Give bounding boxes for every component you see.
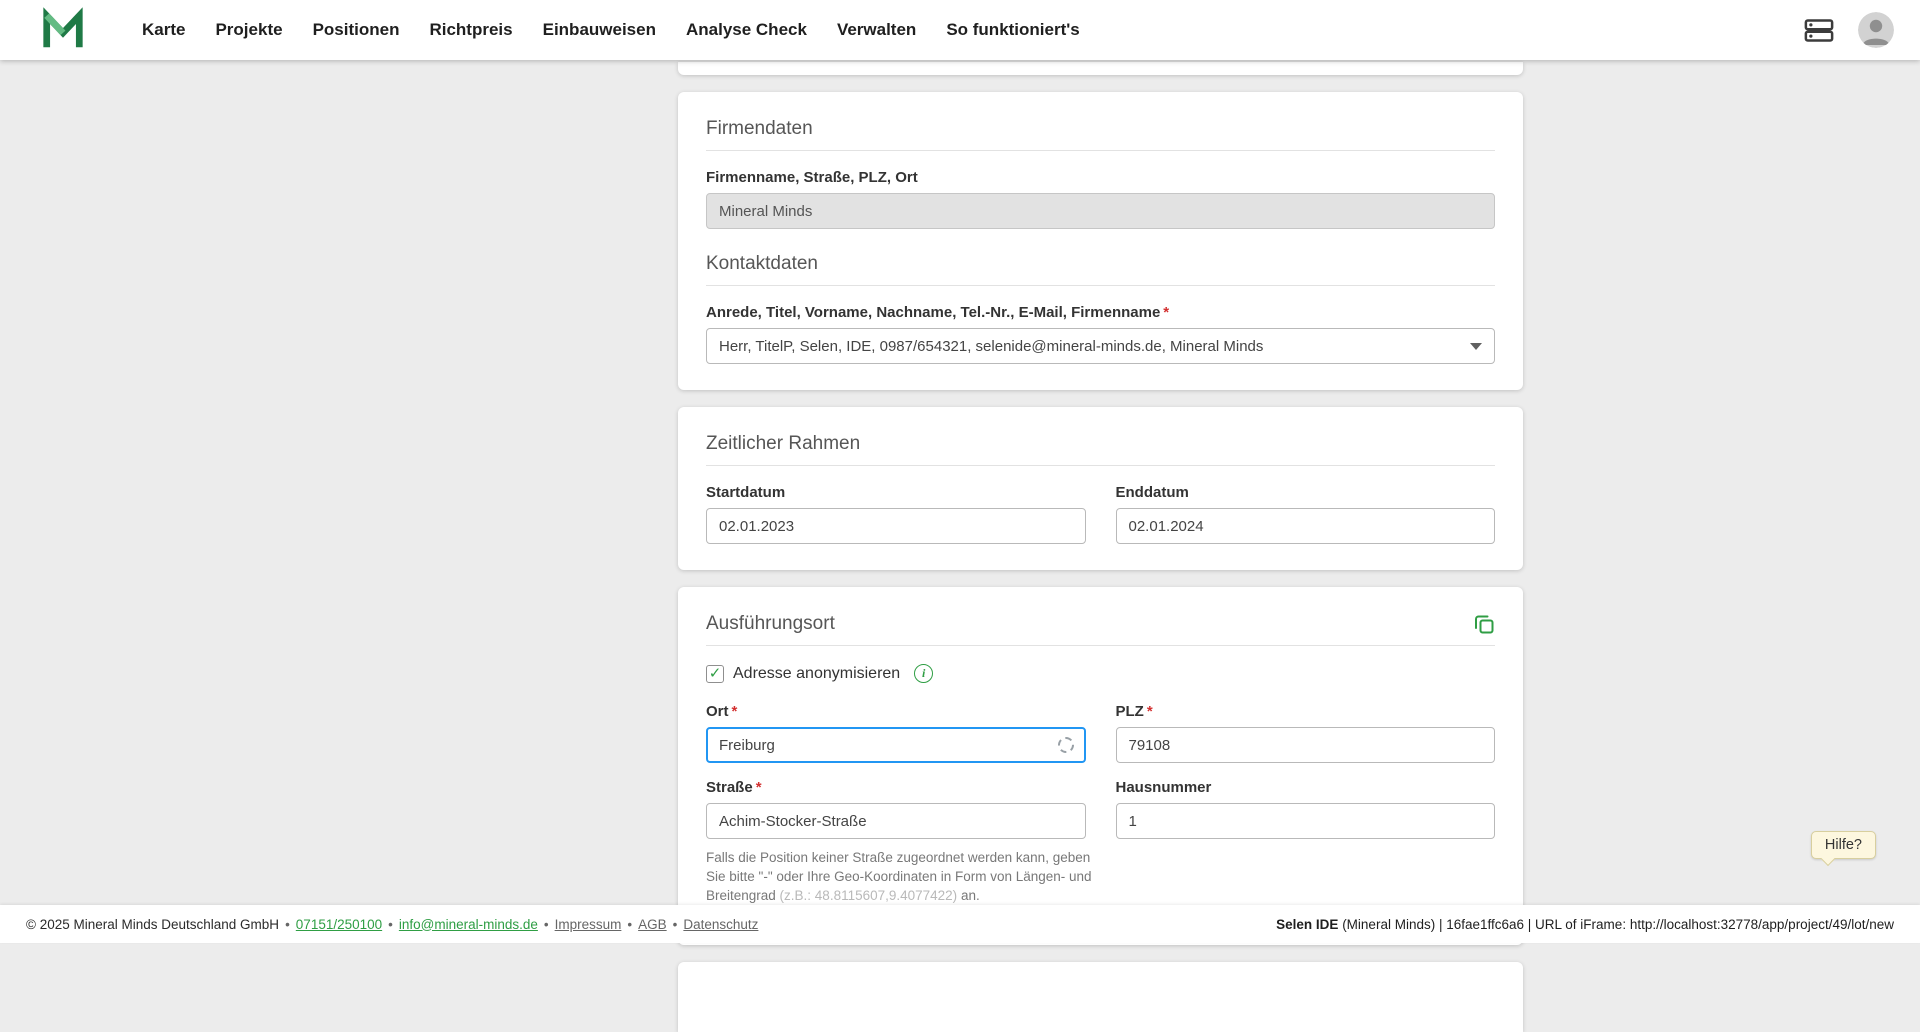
- divider: [706, 285, 1495, 286]
- strasse-hint: Falls die Position keiner Straße zugeord…: [706, 849, 1098, 906]
- nav-item-analyse-check[interactable]: Analyse Check: [686, 20, 807, 40]
- enddatum-label: Enddatum: [1116, 484, 1496, 501]
- enddatum-field: Enddatum: [1116, 484, 1496, 544]
- startdatum-label: Startdatum: [706, 484, 1086, 501]
- hint-coordinates: (z.B.: 48.8115607,9.4077422): [780, 888, 958, 903]
- hausnummer-label: Hausnummer: [1116, 779, 1496, 796]
- separator: •: [388, 917, 393, 932]
- top-navbar: Karte Projekte Positionen Richtpreis Ein…: [0, 0, 1920, 60]
- content-area: Firmendaten Firmenname, Straße, PLZ, Ort…: [678, 60, 1523, 1032]
- anonymize-label: Adresse anonymisieren: [733, 665, 900, 683]
- firmendaten-card: Firmendaten Firmenname, Straße, PLZ, Ort…: [678, 92, 1523, 390]
- firmenname-label: Firmenname, Straße, PLZ, Ort: [706, 169, 1495, 186]
- kontakt-select-value: Herr, TitelP, Selen, IDE, 0987/654321, s…: [719, 338, 1263, 355]
- firmendaten-title: Firmendaten: [706, 118, 1495, 140]
- nav-item-so-funktionierts[interactable]: So funktioniert's: [946, 20, 1079, 40]
- strasse-label-text: Straße: [706, 779, 753, 796]
- divider: [706, 465, 1495, 466]
- info-icon[interactable]: i: [914, 664, 933, 683]
- hausnummer-input[interactable]: [1116, 803, 1496, 839]
- firmenname-label-text: Firmenname, Straße, PLZ, Ort: [706, 169, 918, 186]
- nav-item-einbauweisen[interactable]: Einbauweisen: [543, 20, 656, 40]
- ort-label: Ort*: [706, 703, 1086, 720]
- copy-icon[interactable]: [1473, 613, 1495, 635]
- strasse-label: Straße*: [706, 779, 1086, 796]
- strasse-input[interactable]: [706, 803, 1086, 839]
- footer: © 2025 Mineral Minds Deutschland GmbH • …: [0, 905, 1920, 943]
- help-bubble-label: Hilfe?: [1825, 837, 1862, 853]
- kontakt-label: Anrede, Titel, Vorname, Nachname, Tel.-N…: [706, 304, 1495, 321]
- separator: •: [285, 917, 290, 932]
- zeitraum-card: Zeitlicher Rahmen Startdatum Enddatum: [678, 407, 1523, 570]
- firmenname-input: [706, 193, 1495, 229]
- nav-item-positionen[interactable]: Positionen: [313, 20, 400, 40]
- chevron-down-icon: [1470, 343, 1482, 350]
- kontakt-label-text: Anrede, Titel, Vorname, Nachname, Tel.-N…: [706, 304, 1160, 321]
- separator: •: [544, 917, 549, 932]
- nav-item-karte[interactable]: Karte: [142, 20, 185, 40]
- startdatum-field: Startdatum: [706, 484, 1086, 544]
- phone-link[interactable]: 07151/250100: [296, 917, 382, 932]
- nav-item-projekte[interactable]: Projekte: [215, 20, 282, 40]
- agb-link[interactable]: AGB: [638, 917, 667, 932]
- navbar-right: [1804, 12, 1894, 48]
- user-avatar[interactable]: [1858, 12, 1894, 48]
- plz-field: PLZ*: [1116, 703, 1496, 763]
- email-link[interactable]: info@mineral-minds.de: [399, 917, 538, 932]
- divider: [706, 645, 1495, 646]
- bubble-tail: [1821, 852, 1835, 866]
- required-marker: *: [1147, 703, 1153, 720]
- ort-label-text: Ort: [706, 703, 729, 720]
- kontakt-select[interactable]: Herr, TitelP, Selen, IDE, 0987/654321, s…: [706, 328, 1495, 364]
- plz-label: PLZ*: [1116, 703, 1496, 720]
- mineral-minds-logo[interactable]: [40, 7, 86, 53]
- person-icon: [1858, 12, 1894, 48]
- nav-item-richtpreis[interactable]: Richtpreis: [429, 20, 512, 40]
- plz-input[interactable]: [1116, 727, 1496, 763]
- footer-left: © 2025 Mineral Minds Deutschland GmbH • …: [26, 917, 758, 932]
- datenschutz-link[interactable]: Datenschutz: [683, 917, 758, 932]
- help-bubble[interactable]: Hilfe?: [1811, 831, 1876, 859]
- hausnummer-field: Hausnummer: [1116, 779, 1496, 839]
- required-marker: *: [756, 779, 762, 796]
- check-icon: ✓: [709, 666, 722, 681]
- strasse-field: Straße*: [706, 779, 1086, 839]
- impressum-link[interactable]: Impressum: [555, 917, 622, 932]
- loading-spinner-icon: [1058, 737, 1074, 753]
- anonymize-checkbox[interactable]: ✓: [706, 665, 724, 683]
- separator: •: [673, 917, 678, 932]
- server-icon[interactable]: [1804, 18, 1834, 43]
- ide-name: Selen IDE: [1276, 917, 1338, 932]
- ort-field: Ort*: [706, 703, 1086, 763]
- required-marker: *: [1163, 304, 1169, 321]
- hint-suffix: an.: [957, 888, 980, 903]
- kontaktdaten-title: Kontaktdaten: [706, 253, 1495, 275]
- card-partial-top: [678, 62, 1523, 75]
- separator: •: [627, 917, 632, 932]
- zeitraum-title: Zeitlicher Rahmen: [706, 433, 1495, 455]
- startdatum-input[interactable]: [706, 508, 1086, 544]
- ort-input[interactable]: [706, 727, 1086, 763]
- card-partial-bottom: [678, 962, 1523, 1032]
- logo-m-icon: [40, 7, 86, 53]
- plz-label-text: PLZ: [1116, 703, 1144, 720]
- ausfuehrungsort-card: Ausführungsort ✓ Adresse anonymisieren i…: [678, 587, 1523, 945]
- required-marker: *: [732, 703, 738, 720]
- copyright-text: © 2025 Mineral Minds Deutschland GmbH: [26, 917, 279, 932]
- divider: [706, 150, 1495, 151]
- nav-item-verwalten[interactable]: Verwalten: [837, 20, 916, 40]
- footer-right: Selen IDE (Mineral Minds) | 16fae1ffc6a6…: [1276, 917, 1894, 932]
- ide-details: (Mineral Minds) | 16fae1ffc6a6 | URL of …: [1338, 917, 1894, 932]
- enddatum-input[interactable]: [1116, 508, 1496, 544]
- ausfuehrungsort-title: Ausführungsort: [706, 613, 835, 635]
- anonymize-row: ✓ Adresse anonymisieren i: [706, 664, 1495, 683]
- main-navigation: Karte Projekte Positionen Richtpreis Ein…: [142, 20, 1080, 40]
